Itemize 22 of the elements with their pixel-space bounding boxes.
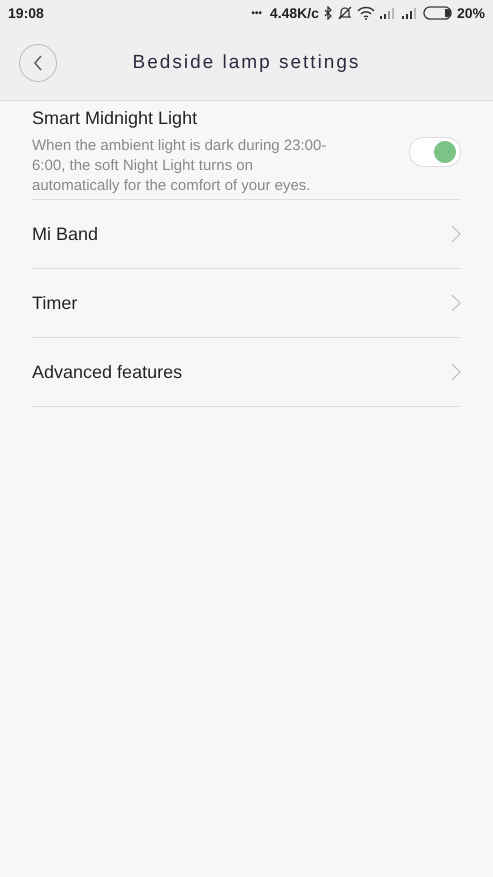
back-icon	[33, 55, 43, 71]
back-button[interactable]	[19, 44, 57, 82]
bluetooth-icon	[322, 6, 333, 20]
menu-item[interactable]: Timer	[32, 269, 461, 338]
menu-item[interactable]: Mi Band	[32, 200, 461, 269]
signal-icon	[400, 7, 417, 19]
clock: 19:08	[8, 4, 44, 22]
network-speed: 4.48K/c	[270, 4, 319, 22]
signal-icon	[378, 7, 395, 19]
battery-level: 20%	[456, 4, 485, 22]
chevron-icon	[451, 294, 461, 312]
more-icon: •••	[251, 6, 262, 20]
battery-icon	[422, 6, 453, 20]
setting-description: When the ambient light is dark during 23:00-6:00, the soft Night Light turns on automatically for the comfort of your eyes.	[32, 136, 328, 196]
setting-title: Smart Midnight Light	[32, 107, 198, 130]
page-title: Bedside lamp settings	[132, 50, 360, 75]
toggle-switch[interactable]	[409, 136, 461, 166]
wifi-icon	[356, 6, 375, 20]
chevron-icon	[451, 363, 461, 381]
chevron-icon	[451, 225, 461, 243]
menu-item[interactable]: Advanced features	[32, 338, 461, 407]
muted-bell-icon	[336, 6, 353, 20]
